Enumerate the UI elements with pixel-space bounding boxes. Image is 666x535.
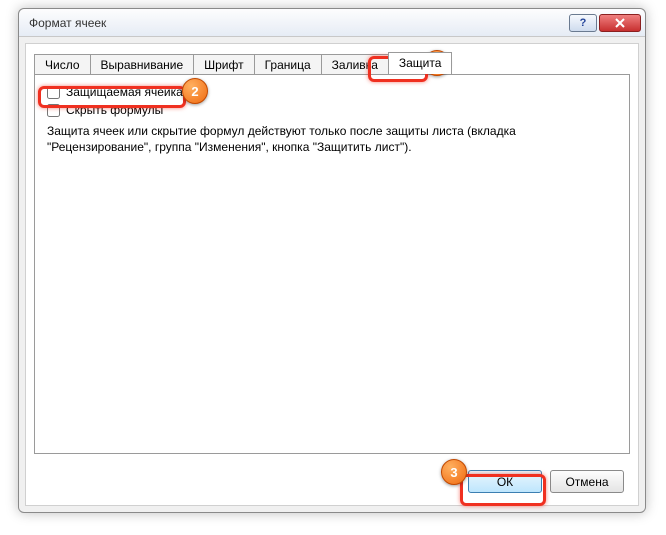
format-cells-dialog: Формат ячеек ? Число Выравнивание Шрифт … <box>18 8 646 513</box>
tab-protection-panel: Защищаемая ячейка Скрыть формулы Защита … <box>34 74 630 454</box>
client-area: Число Выравнивание Шрифт Граница Заливка… <box>25 43 639 506</box>
titlebar: Формат ячеек ? <box>19 9 645 37</box>
ok-button[interactable]: ОК <box>468 470 542 493</box>
cancel-button[interactable]: Отмена <box>550 470 624 493</box>
hide-formulas-label[interactable]: Скрыть формулы <box>66 103 163 117</box>
tab-number[interactable]: Число <box>34 54 91 75</box>
tab-strip: Число Выравнивание Шрифт Граница Заливка… <box>34 52 630 74</box>
help-icon: ? <box>580 17 587 29</box>
tab-font[interactable]: Шрифт <box>193 54 254 75</box>
locked-cell-row: Защищаемая ячейка <box>47 85 617 99</box>
hide-formulas-checkbox[interactable] <box>47 104 60 117</box>
protection-description: Защита ячеек или скрытие формул действую… <box>47 123 617 155</box>
tab-fill[interactable]: Заливка <box>321 54 389 75</box>
tab-border[interactable]: Граница <box>254 54 322 75</box>
window-title: Формат ячеек <box>29 16 567 30</box>
close-icon <box>615 18 625 28</box>
locked-cell-checkbox[interactable] <box>47 86 60 99</box>
hide-formulas-row: Скрыть формулы <box>47 103 617 117</box>
close-button[interactable] <box>599 14 641 32</box>
help-button[interactable]: ? <box>569 14 597 32</box>
tab-alignment[interactable]: Выравнивание <box>90 54 195 75</box>
tab-protection[interactable]: Защита <box>388 52 453 74</box>
dialog-buttons: ОК Отмена <box>26 462 638 505</box>
locked-cell-label[interactable]: Защищаемая ячейка <box>66 85 183 99</box>
